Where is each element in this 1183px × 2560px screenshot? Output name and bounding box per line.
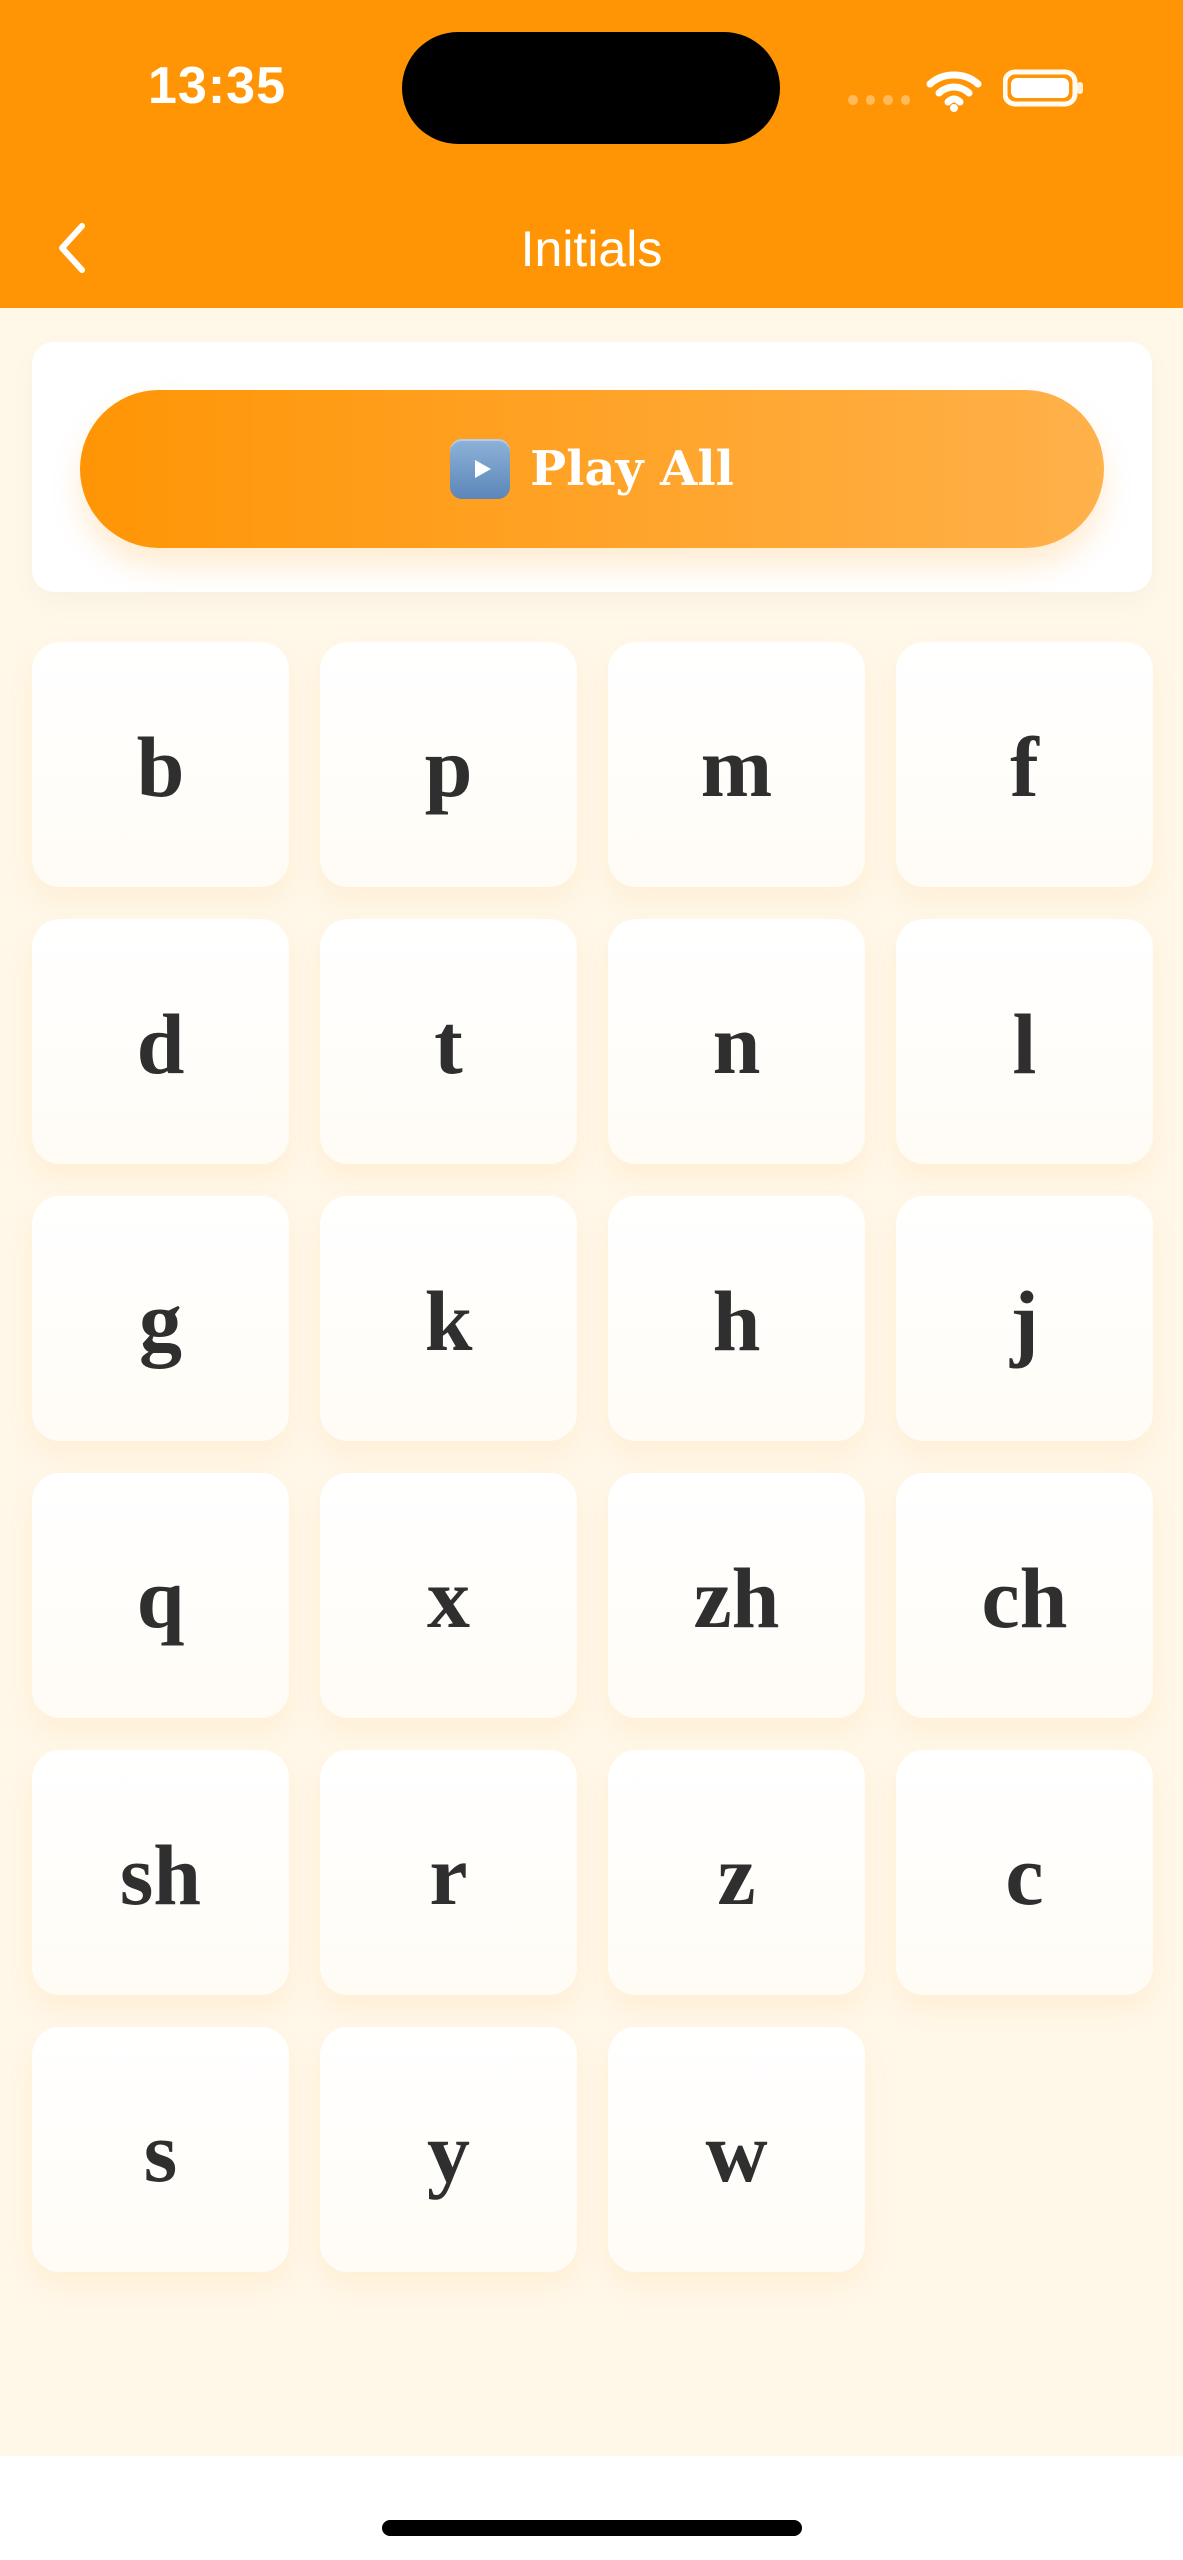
top-bar: 13:35 Initials: [0, 0, 1183, 308]
initial-label: c: [1005, 1826, 1044, 1923]
status-time: 13:35: [148, 57, 286, 115]
initial-tile-ch[interactable]: ch: [896, 1473, 1153, 1718]
initial-label: x: [427, 1549, 470, 1646]
page-title: Initials: [520, 221, 663, 277]
cellular-signal-icon: [848, 92, 910, 108]
initial-tile-f[interactable]: f: [896, 642, 1153, 887]
initial-tile-w[interactable]: w: [608, 2027, 865, 2272]
initial-label: q: [136, 1549, 185, 1646]
content-area: Play All b p m f d t n l g k h j q x zh …: [0, 308, 1183, 2456]
back-button[interactable]: [42, 218, 102, 278]
initial-label: k: [424, 1272, 473, 1369]
initial-tile-z[interactable]: z: [608, 1750, 865, 1995]
initial-tile-x[interactable]: x: [320, 1473, 577, 1718]
app-screen: 13:35 Initials Play All b p m f d t n l …: [0, 0, 1183, 2560]
initial-label: p: [424, 718, 473, 815]
initial-label: r: [429, 1826, 468, 1923]
initial-tile-j[interactable]: j: [896, 1196, 1153, 1441]
initial-tile-sh[interactable]: sh: [32, 1750, 289, 1995]
initial-label: j: [1010, 1272, 1039, 1369]
initial-label: d: [136, 995, 185, 1092]
signal-dot: [865, 95, 875, 105]
initial-tile-g[interactable]: g: [32, 1196, 289, 1441]
initial-tile-zh[interactable]: zh: [608, 1473, 865, 1718]
initial-label: h: [712, 1272, 761, 1369]
initial-label: zh: [693, 1549, 780, 1646]
signal-dot: [883, 95, 893, 105]
initial-label: z: [717, 1826, 756, 1923]
initial-tile-q[interactable]: q: [32, 1473, 289, 1718]
initial-label: s: [143, 2103, 178, 2200]
initial-label: g: [139, 1272, 182, 1369]
initial-tile-c[interactable]: c: [896, 1750, 1153, 1995]
initial-label: f: [1010, 718, 1039, 815]
initial-label: t: [434, 995, 463, 1092]
initial-label: b: [136, 718, 185, 815]
play-all-panel: Play All: [32, 342, 1152, 592]
dynamic-island: [402, 32, 780, 144]
home-indicator: [382, 2520, 802, 2536]
initial-tile-n[interactable]: n: [608, 919, 865, 1164]
initial-tile-k[interactable]: k: [320, 1196, 577, 1441]
initial-tile-h[interactable]: h: [608, 1196, 865, 1441]
initial-tile-y[interactable]: y: [320, 2027, 577, 2272]
play-all-button[interactable]: Play All: [80, 390, 1104, 548]
play-icon: [450, 439, 511, 499]
signal-dot: [848, 95, 858, 105]
navigation-bar: Initials: [0, 190, 1183, 308]
initials-grid: b p m f d t n l g k h j q x zh ch sh r z…: [32, 642, 1153, 2272]
initial-tile-p[interactable]: p: [320, 642, 577, 887]
initial-tile-s[interactable]: s: [32, 2027, 289, 2272]
chevron-left-icon: [59, 223, 85, 273]
battery-icon: [1002, 68, 1085, 108]
initial-label: sh: [119, 1826, 202, 1923]
initial-tile-l[interactable]: l: [896, 919, 1153, 1164]
initial-tile-b[interactable]: b: [32, 642, 289, 887]
wifi-icon: [926, 68, 982, 112]
initial-tile-t[interactable]: t: [320, 919, 577, 1164]
initial-tile-m[interactable]: m: [608, 642, 865, 887]
initial-tile-d[interactable]: d: [32, 919, 289, 1164]
initial-label: l: [1012, 995, 1037, 1092]
initial-tile-r[interactable]: r: [320, 1750, 577, 1995]
signal-dot: [900, 95, 910, 105]
initial-label: m: [700, 718, 773, 815]
initial-label: n: [712, 995, 761, 1092]
initial-label: y: [427, 2103, 470, 2200]
initial-label: ch: [981, 1549, 1068, 1646]
initial-label: w: [705, 2103, 768, 2200]
play-all-label: Play All: [530, 441, 734, 497]
